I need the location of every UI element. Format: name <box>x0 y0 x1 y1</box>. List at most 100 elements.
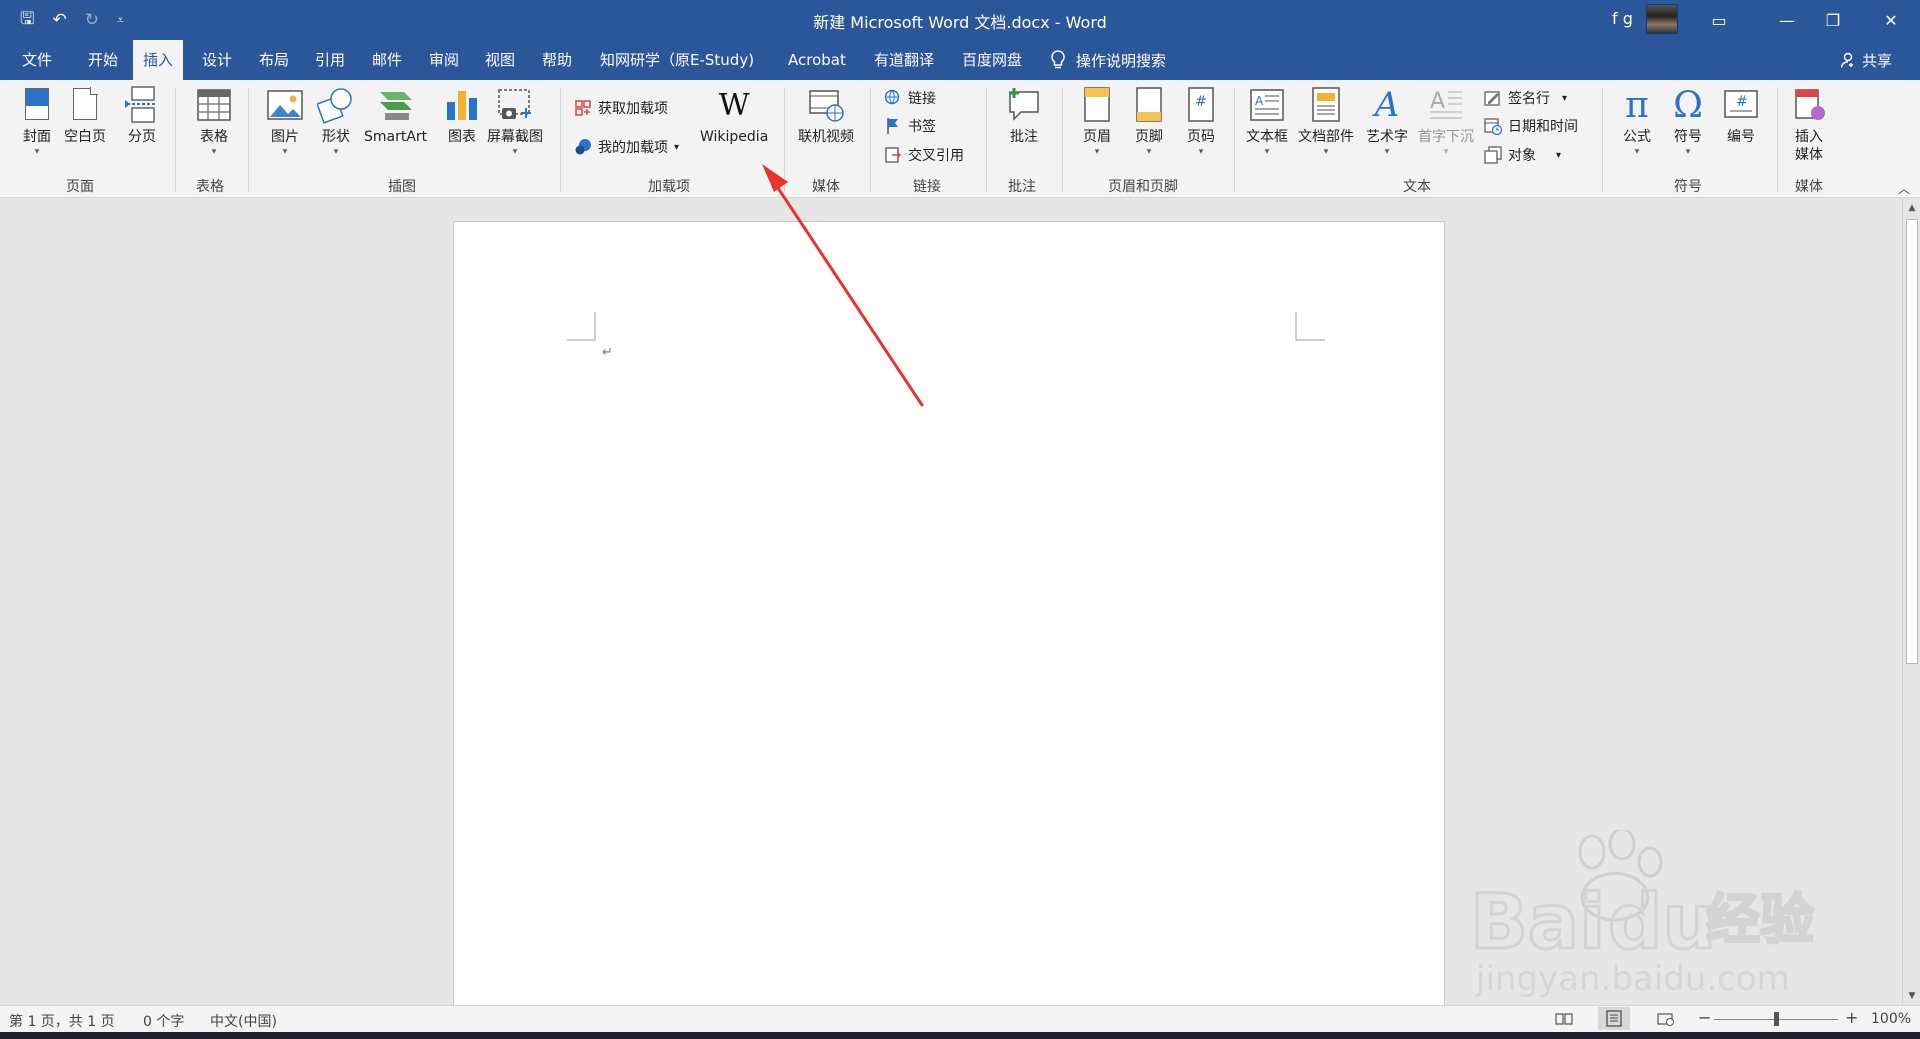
cover-page-icon <box>18 86 56 124</box>
link-button[interactable]: 链接 <box>884 88 936 108</box>
minimize-button[interactable]: — <box>1764 0 1810 40</box>
page-break-button[interactable]: 分页 <box>123 86 161 146</box>
tab-youdao[interactable]: 有道翻译 <box>864 40 944 80</box>
number-button[interactable]: # 编号 <box>1722 86 1760 146</box>
addins-icon <box>574 138 592 156</box>
tab-baidu-netdisk[interactable]: 百度网盘 <box>952 40 1032 80</box>
wordart-icon: A <box>1374 85 1400 125</box>
avatar[interactable] <box>1646 4 1678 34</box>
table-icon <box>195 86 233 124</box>
table-button[interactable]: 表格 ▾ <box>195 86 233 158</box>
group-label-header-footer: 页眉和页脚 <box>1108 179 1178 195</box>
word-count[interactable]: 0 个字 <box>143 1011 184 1031</box>
taskbar-strip <box>0 1032 1920 1039</box>
share-button[interactable]: 共享 <box>1840 40 1892 80</box>
footer-button[interactable]: 页脚 ▾ <box>1130 86 1168 158</box>
blank-page-button[interactable]: 空白页 <box>64 86 106 146</box>
share-label: 共享 <box>1861 51 1892 70</box>
group-label-illustrations: 插图 <box>388 179 416 195</box>
read-mode-icon[interactable] <box>1555 1012 1573 1026</box>
baidu-jingyan-watermark: Bai du 经验 jingyan.baidu.com <box>1470 830 1815 999</box>
symbol-button[interactable]: Ω 符号 ▾ <box>1669 85 1707 158</box>
quick-parts-button[interactable]: 文档部件 ▾ <box>1298 86 1354 158</box>
tell-me-search[interactable]: 操作说明搜索 <box>1050 40 1166 80</box>
paragraph-mark: ↵ <box>602 345 613 360</box>
get-addins-button[interactable]: 获取加载项 <box>574 98 668 118</box>
cross-reference-button[interactable]: 交叉引用 <box>884 145 964 165</box>
text-box-icon: A <box>1248 86 1286 124</box>
tab-acrobat[interactable]: Acrobat <box>778 40 856 80</box>
group-label-comments: 批注 <box>1008 179 1036 195</box>
tab-references[interactable]: 引用 <box>305 40 355 80</box>
screenshot-button[interactable]: 屏幕截图 ▾ <box>487 86 543 158</box>
quick-parts-icon <box>1307 86 1345 124</box>
scroll-up-icon[interactable]: ▲ <box>1903 199 1920 217</box>
online-video-button[interactable]: 联机视频 <box>798 86 854 146</box>
group-separator <box>1234 88 1235 192</box>
insert-media-button[interactable]: 插入 媒体 <box>1790 86 1828 164</box>
print-layout-view-button[interactable] <box>1598 1007 1630 1030</box>
zoom-in-button[interactable]: + <box>1845 1008 1858 1027</box>
tab-layout[interactable]: 布局 <box>249 40 299 80</box>
tab-estudy[interactable]: 知网研学（原E-Study) <box>590 40 764 80</box>
margin-corner-right <box>1295 312 1325 341</box>
tab-review[interactable]: 审阅 <box>419 40 469 80</box>
smartart-button[interactable]: SmartArt <box>364 86 427 146</box>
date-time-button[interactable]: 日期和时间 <box>1484 116 1578 136</box>
number-icon: # <box>1722 86 1760 124</box>
zoom-level[interactable]: 100% <box>1871 1011 1911 1027</box>
vertical-scrollbar[interactable]: ▲ ▼ <box>1902 199 1920 1005</box>
text-box-button[interactable]: A 文本框 ▾ <box>1246 86 1288 158</box>
cover-page-button[interactable]: 封面 ▾ <box>18 86 56 158</box>
wordart-button[interactable]: A 艺术字 ▾ <box>1366 85 1408 158</box>
pictures-button[interactable]: 图片 ▾ <box>266 86 304 158</box>
web-layout-icon[interactable] <box>1657 1012 1675 1026</box>
user-name[interactable]: f g <box>1612 9 1633 28</box>
tab-file[interactable]: 文件 <box>12 40 62 80</box>
chevron-down-icon: ▾ <box>1562 92 1568 104</box>
svg-text:du: du <box>1608 877 1717 966</box>
scrollbar-thumb[interactable] <box>1906 219 1918 664</box>
tab-design[interactable]: 设计 <box>192 40 242 80</box>
collapse-ribbon-icon[interactable]: ︿ <box>1898 180 1910 197</box>
svg-text:A: A <box>1430 89 1445 114</box>
new-comment-button[interactable]: 批注 <box>1005 86 1043 146</box>
signature-line-button[interactable]: 签名行 ▾ <box>1484 88 1567 108</box>
tab-help[interactable]: 帮助 <box>532 40 582 80</box>
tab-view[interactable]: 视图 <box>475 40 525 80</box>
zoom-slider[interactable] <box>1714 1012 1838 1026</box>
wikipedia-button[interactable]: W Wikipedia <box>700 86 768 146</box>
status-bar: 第 1 页，共 1 页 0 个字 中文(中国) − + 100% <box>0 1005 1920 1032</box>
drop-cap-button[interactable]: A 首字下沉 ▾ <box>1418 86 1474 158</box>
my-addins-button[interactable]: 我的加载项 ▾ <box>574 137 679 157</box>
tab-home[interactable]: 开始 <box>78 40 128 80</box>
zoom-out-button[interactable]: − <box>1698 1008 1711 1027</box>
close-button[interactable]: ✕ <box>1868 0 1914 40</box>
language-indicator[interactable]: 中文(中国) <box>210 1011 277 1031</box>
restore-button[interactable]: ❐ <box>1810 0 1856 40</box>
equation-button[interactable]: π 公式 ▾ <box>1618 85 1656 158</box>
globe-link-icon <box>884 89 902 107</box>
bar-chart-icon <box>443 86 481 124</box>
tab-insert[interactable]: 插入 <box>133 40 184 81</box>
header-button[interactable]: 页眉 ▾ <box>1078 86 1116 158</box>
document-page[interactable] <box>453 221 1445 1006</box>
online-video-icon <box>807 86 845 124</box>
ribbon-display-options-button[interactable]: ▭ <box>1696 0 1742 40</box>
chart-button[interactable]: 图表 <box>443 86 481 146</box>
shapes-button[interactable]: 形状 ▾ <box>316 86 355 158</box>
zoom-slider-knob[interactable] <box>1774 1012 1779 1026</box>
object-button[interactable]: 对象 ▾ <box>1484 145 1561 165</box>
page-count[interactable]: 第 1 页，共 1 页 <box>9 1011 115 1031</box>
object-icon <box>1484 146 1502 164</box>
group-label-addins: 加载项 <box>648 179 690 195</box>
screenshot-icon <box>496 86 534 124</box>
page-number-button[interactable]: # 页码 ▾ <box>1182 86 1220 158</box>
group-separator <box>248 88 249 192</box>
tab-mailings[interactable]: 邮件 <box>362 40 412 80</box>
cross-reference-icon <box>884 146 902 164</box>
page-number-icon: # <box>1182 86 1220 124</box>
bookmark-button[interactable]: 书签 <box>884 116 936 136</box>
scroll-down-icon[interactable]: ▼ <box>1903 987 1920 1005</box>
wikipedia-icon: W <box>718 87 750 123</box>
